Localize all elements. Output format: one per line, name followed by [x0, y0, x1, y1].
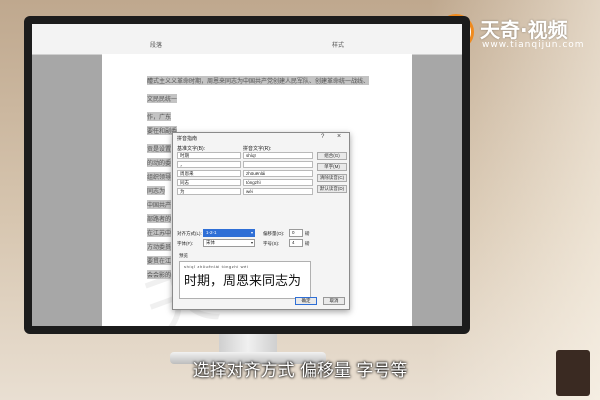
chevron-down-icon: ▾: [250, 230, 253, 235]
video-subtitle: 选择对齐方式 偏移量 字号等: [192, 361, 408, 381]
doc-line[interactable]: 要贯在江: [147, 256, 172, 265]
preview-box: shíqī zhōuēnlái tóngzhì wèi 时期，周恩来同志为: [179, 261, 311, 299]
offset-label: 偏移量(O):: [263, 231, 285, 236]
close-icon[interactable]: ×: [337, 133, 341, 140]
doc-line[interactable]: 会会影的: [147, 270, 172, 279]
clear-reading-button[interactable]: 清除读音(C): [317, 174, 347, 182]
preview-label: 预览: [179, 253, 188, 258]
doc-line[interactable]: 的动的委: [147, 158, 172, 167]
ruby-text-header: 拼音文字(R):: [243, 146, 272, 152]
doc-line[interactable]: 贡是设置: [147, 144, 172, 153]
size-label: 字号(S):: [263, 241, 280, 246]
phonetic-guide-dialog: 拼音指南 ? × 基准文字(B): 拼音文字(R): 时期 shíqī ， 周恩…: [172, 132, 350, 310]
font-label: 字体(F):: [177, 241, 193, 246]
align-select[interactable]: 1-2-1 ▾: [203, 229, 255, 237]
brand-url: www.tianqijun.com: [482, 40, 585, 50]
size-select[interactable]: 4: [289, 239, 303, 247]
ribbon-group-styles[interactable]: 样式: [332, 40, 344, 49]
base-text-field[interactable]: 周恩来: [177, 170, 241, 177]
monitor-stand: [219, 334, 277, 354]
cancel-button[interactable]: 取消: [323, 297, 345, 305]
group-button[interactable]: 组合(G): [317, 152, 347, 160]
base-text-field[interactable]: 时期: [177, 152, 241, 159]
doc-line[interactable]: 醴式主义义革命时期，周恩来同志为中国共产党创建人民军队、创建革命统一战线、: [147, 76, 370, 85]
preview-text: 时期，周恩来同志为: [184, 274, 302, 289]
align-value: 1-2-1: [206, 230, 217, 235]
doc-line[interactable]: 部路者的: [147, 214, 172, 223]
monitor: 段落 样式 天奇 醴式主义义革命时期，周恩来同志为中国共产党创建人民军队、创建革…: [24, 16, 470, 334]
base-text-header: 基准文字(B):: [177, 146, 206, 152]
ruby-text-field[interactable]: shíqī: [243, 152, 313, 159]
dialog-title: 拼音指南: [177, 136, 198, 142]
doc-line[interactable]: 组织领导: [147, 172, 172, 181]
size-unit: 磅: [305, 241, 310, 246]
doc-line[interactable]: 在江苏中: [147, 228, 172, 237]
document-page[interactable]: 天奇 醴式主义义革命时期，周恩来同志为中国共产党创建人民军队、创建革命统一战线、…: [102, 54, 412, 326]
ruby-text-field[interactable]: [243, 161, 313, 168]
doc-line[interactable]: 同志为: [147, 186, 166, 195]
doc-line[interactable]: 方动委员: [147, 242, 172, 251]
ribbon: 段落 样式: [32, 24, 462, 55]
base-text-field[interactable]: 为: [177, 188, 241, 195]
chevron-down-icon: ▾: [250, 240, 253, 245]
doc-line[interactable]: 文民民统一: [147, 94, 178, 103]
doc-line[interactable]: 作，广东: [147, 112, 172, 121]
ok-button[interactable]: 确定: [295, 297, 317, 305]
mono-button[interactable]: 单字(M): [317, 163, 347, 171]
help-icon[interactable]: ?: [321, 134, 324, 140]
default-reading-button[interactable]: 默认读音(D): [317, 185, 347, 193]
ruby-text-field[interactable]: wèi: [243, 188, 313, 195]
ruby-text-field[interactable]: zhōuēnlái: [243, 170, 313, 177]
offset-stepper[interactable]: 0: [289, 229, 303, 237]
ruby-text-field[interactable]: tóngzhì: [243, 179, 313, 186]
word-window: 段落 样式 天奇 醴式主义义革命时期，周恩来同志为中国共产党创建人民军队、创建革…: [32, 24, 462, 326]
base-text-field[interactable]: ，: [177, 161, 241, 168]
font-select[interactable]: 宋体 ▾: [203, 239, 255, 247]
base-text-field[interactable]: 同志: [177, 179, 241, 186]
doc-line[interactable]: 中国共产: [147, 200, 172, 209]
preview-pinyin: shíqī zhōuēnlái tóngzhì wèi: [184, 264, 249, 269]
ribbon-group-paragraph[interactable]: 段落: [150, 40, 162, 49]
align-label: 对齐方式(L):: [177, 231, 202, 236]
brand-name: 天奇·视频: [480, 18, 568, 42]
offset-unit: 磅: [305, 231, 310, 236]
font-value: 宋体: [206, 240, 215, 245]
